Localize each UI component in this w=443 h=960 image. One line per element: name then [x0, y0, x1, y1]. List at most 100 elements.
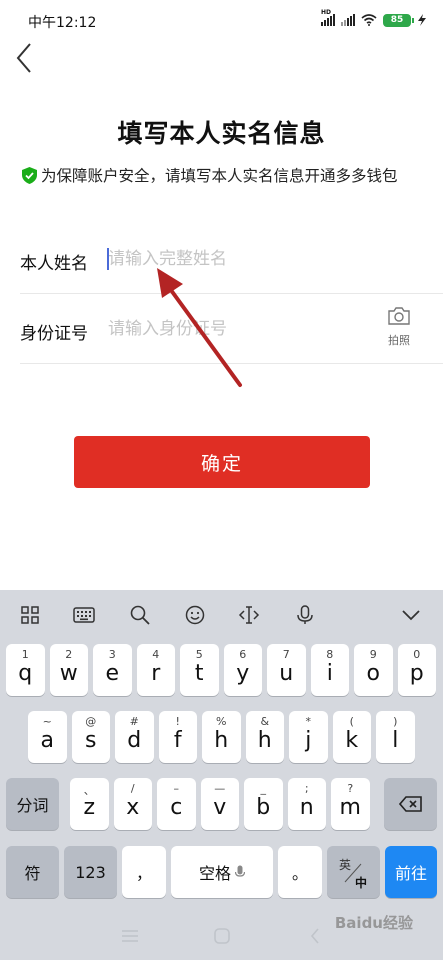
- security-notice-text: 为保障账户安全，请填写本人实名信息开通多多钱包: [41, 167, 398, 185]
- key-primary-label: w: [59, 661, 78, 686]
- key-primary-label: z: [83, 795, 96, 820]
- segment-key[interactable]: 分词: [6, 778, 59, 830]
- key-primary-label: u: [279, 661, 294, 686]
- key-k[interactable]: (k: [332, 711, 371, 763]
- key-m[interactable]: ? m: [331, 778, 370, 830]
- grid-menu-icon[interactable]: [17, 602, 43, 628]
- key-r[interactable]: 4r: [136, 644, 175, 696]
- backspace-key[interactable]: [384, 778, 437, 830]
- status-bar: 中午12:12 HD 85: [0, 0, 443, 40]
- key-b[interactable]: _ b: [244, 778, 283, 830]
- key-h[interactable]: % h: [202, 711, 241, 763]
- status-time: 中午12:12: [28, 15, 97, 31]
- key-a[interactable]: ~ a: [28, 711, 67, 763]
- key-y[interactable]: 6y: [223, 644, 262, 696]
- key-primary-label: n: [299, 795, 314, 820]
- key-z[interactable]: 、 z: [70, 778, 109, 830]
- keyboard-layout-icon[interactable]: [71, 602, 97, 628]
- language-switch-key[interactable]: 英 中: [327, 846, 380, 898]
- go-key[interactable]: 前往: [385, 846, 437, 898]
- key-j[interactable]: * j: [289, 711, 328, 763]
- key-i[interactable]: 8i: [310, 644, 349, 696]
- key-primary-label: o: [366, 661, 380, 686]
- key-secondary-label: (: [349, 715, 354, 728]
- period-key-label: 。: [291, 864, 308, 883]
- watermark: Baidu经验: [334, 914, 413, 932]
- key-c[interactable]: – c: [157, 778, 196, 830]
- home-icon[interactable]: [214, 928, 230, 944]
- id-row: 身份证号 拍照: [20, 294, 443, 364]
- mic-small-icon: [235, 865, 245, 877]
- key-q[interactable]: 1q: [6, 644, 45, 696]
- space-key-content: 空格: [171, 846, 273, 898]
- key-secondary-label: 8: [326, 648, 334, 661]
- text-caret: [107, 248, 109, 270]
- key-o[interactable]: 9o: [354, 644, 393, 696]
- camera-button[interactable]: 拍照: [385, 306, 413, 348]
- microphone-icon[interactable]: [292, 602, 318, 628]
- key-primary-label: c: [170, 795, 183, 820]
- key-x[interactable]: / x: [113, 778, 152, 830]
- search-icon[interactable]: [127, 602, 153, 628]
- security-notice: 为保障账户安全，请填写本人实名信息开通多多钱包: [22, 164, 398, 186]
- back-nav-icon[interactable]: [310, 928, 320, 944]
- name-input[interactable]: [108, 246, 368, 272]
- keyboard-toolbar: [0, 590, 443, 640]
- charging-icon: [418, 14, 426, 26]
- camera-label: 拍照: [388, 334, 410, 347]
- backspace-icon: [384, 778, 437, 830]
- key-primary-label: i: [326, 661, 333, 686]
- key-secondary-label: !: [175, 715, 180, 728]
- key-primary-label: m: [339, 795, 361, 820]
- id-number-input[interactable]: [108, 316, 368, 342]
- chevron-down-icon[interactable]: [398, 602, 424, 628]
- key-f[interactable]: ! f: [158, 711, 197, 763]
- number-key[interactable]: 123: [64, 846, 117, 898]
- key-secondary-label: 9: [369, 648, 377, 661]
- key-secondary-label: 7: [282, 648, 290, 661]
- comma-key[interactable]: ，: [122, 846, 166, 898]
- space-key[interactable]: 空格: [171, 846, 273, 898]
- back-button[interactable]: [14, 42, 36, 74]
- period-key[interactable]: 。: [278, 846, 322, 898]
- key-d[interactable]: # d: [115, 711, 154, 763]
- key-primary-label: r: [151, 661, 161, 686]
- key-primary-label: a: [40, 728, 54, 753]
- key-primary-label: e: [105, 661, 120, 686]
- key-secondary-label: 2: [65, 648, 73, 661]
- key-primary-label: b: [256, 795, 271, 820]
- key-secondary-label: @: [85, 715, 97, 728]
- key-t[interactable]: 5t: [180, 644, 219, 696]
- cell-signal-icon: HD: [321, 9, 335, 26]
- key-h[interactable]: & h: [245, 711, 284, 763]
- cell-signal-2-icon: [341, 14, 355, 26]
- key-n[interactable]: ; n: [287, 778, 326, 830]
- key-primary-label: p: [409, 661, 424, 686]
- lang-bottom-label: 中: [355, 876, 368, 890]
- number-key-label: 123: [75, 862, 106, 882]
- key-u[interactable]: 7u: [267, 644, 306, 696]
- camera-icon: [388, 307, 410, 325]
- symbol-key[interactable]: 符: [6, 846, 59, 898]
- key-secondary-label: 6: [239, 648, 247, 661]
- menu-icon[interactable]: [122, 930, 138, 942]
- battery-level: 85: [390, 14, 404, 25]
- key-l[interactable]: ) l: [376, 711, 415, 763]
- key-primary-label: t: [194, 661, 204, 686]
- cursor-move-icon[interactable]: [236, 602, 262, 628]
- key-secondary-label: —: [214, 782, 226, 795]
- confirm-button[interactable]: 确定: [74, 436, 370, 488]
- key-secondary-label: ): [393, 715, 398, 728]
- key-p[interactable]: 0p: [397, 644, 436, 696]
- key-secondary-label: #: [129, 715, 139, 728]
- key-secondary-label: _: [260, 782, 267, 795]
- key-e[interactable]: 3e: [93, 644, 132, 696]
- key-v[interactable]: — v: [200, 778, 239, 830]
- key-s[interactable]: @ s: [71, 711, 110, 763]
- key-secondary-label: &: [260, 715, 270, 728]
- key-primary-label: x: [126, 795, 140, 820]
- comma-key-label: ，: [135, 864, 152, 883]
- key-w[interactable]: 2w: [49, 644, 88, 696]
- emoji-icon[interactable]: [182, 602, 208, 628]
- key-secondary-label: /: [130, 782, 135, 795]
